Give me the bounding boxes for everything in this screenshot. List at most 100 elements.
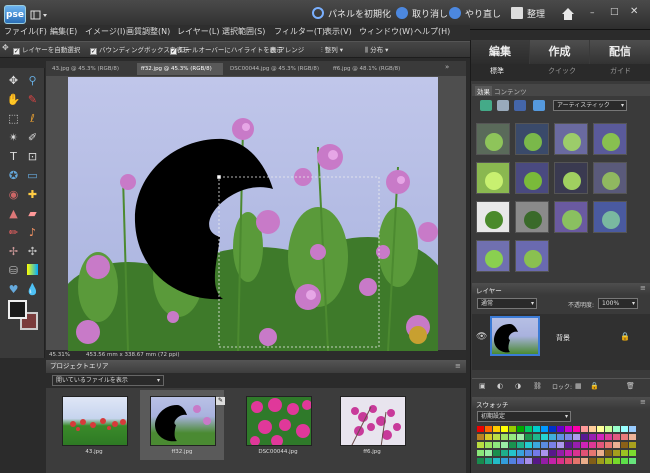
color-swatch[interactable] (613, 458, 620, 464)
photo-effects-icon[interactable] (514, 100, 526, 111)
color-swatch[interactable] (549, 450, 556, 456)
marquee-tool[interactable]: ⬚ (5, 110, 22, 127)
color-swatch[interactable] (581, 450, 588, 456)
color-swatch[interactable] (501, 442, 508, 448)
effect-thumb[interactable] (593, 201, 627, 233)
color-swatch[interactable] (509, 450, 516, 456)
color-swatch[interactable] (477, 450, 484, 456)
tab-create[interactable]: 作成 (530, 40, 589, 64)
color-swatch[interactable] (573, 434, 580, 440)
color-swatch[interactable] (485, 442, 492, 448)
effect-thumb[interactable] (476, 201, 510, 233)
color-swatch[interactable] (565, 450, 572, 456)
link-layers-icon[interactable]: ⛓ (533, 382, 542, 390)
color-swatch[interactable] (533, 434, 540, 440)
color-swatch[interactable] (557, 450, 564, 456)
image-canvas[interactable] (68, 77, 438, 351)
color-swatch[interactable] (629, 442, 636, 448)
color-swatch[interactable] (549, 426, 556, 432)
color-swatch[interactable] (485, 458, 492, 464)
color-swatch[interactable] (509, 458, 516, 464)
color-swatch[interactable] (573, 442, 580, 448)
project-bin-menu-icon[interactable]: ≡ (455, 362, 461, 370)
menu-window[interactable]: ウィンドウ(W) (359, 26, 413, 37)
organize-button[interactable]: 整理 (511, 7, 545, 23)
color-swatch[interactable] (517, 458, 524, 464)
color-swatch[interactable] (605, 442, 612, 448)
red-eye-tool[interactable]: ◉ (5, 186, 22, 203)
color-swatch[interactable] (565, 458, 572, 464)
color-swatch[interactable] (541, 426, 548, 432)
color-swatch[interactable] (573, 450, 580, 456)
color-swatch[interactable] (517, 442, 524, 448)
color-swatch[interactable] (509, 442, 516, 448)
menu-edit[interactable]: 編集(E) (50, 26, 77, 37)
color-swatch[interactable] (613, 426, 620, 432)
filters-icon[interactable] (480, 100, 492, 111)
foreground-color[interactable] (8, 300, 27, 319)
color-swatch[interactable] (525, 434, 532, 440)
bin-thumb-ff32[interactable]: ff32.jpg (140, 390, 224, 460)
color-swatch[interactable] (541, 458, 548, 464)
color-swatch[interactable] (477, 458, 484, 464)
color-swatch[interactable] (533, 442, 540, 448)
color-swatch[interactable] (541, 434, 548, 440)
color-swatch[interactable] (589, 442, 596, 448)
color-swatch[interactable] (493, 450, 500, 456)
color-swatch[interactable] (501, 458, 508, 464)
smart-brush-tool[interactable]: ✢ (5, 243, 22, 260)
color-swatch[interactable] (597, 450, 604, 456)
menu-filter[interactable]: フィルター(T) (274, 26, 325, 37)
bin-thumb-ff6[interactable]: ff6.jpg (330, 390, 414, 460)
color-swatch[interactable] (549, 458, 556, 464)
color-swatch[interactable] (605, 450, 612, 456)
lock-all-icon[interactable]: 🔒 (590, 382, 599, 390)
color-swatch[interactable] (485, 450, 492, 456)
color-swatch[interactable] (541, 442, 548, 448)
color-swatch[interactable] (565, 426, 572, 432)
color-swatch[interactable] (565, 434, 572, 440)
color-swatch[interactable] (525, 450, 532, 456)
menu-view[interactable]: 表示(V) (324, 26, 352, 37)
tab-doc-ff6[interactable]: ff6.jpg @ 48.1% (RGB/8) (329, 63, 415, 75)
straighten-tool[interactable]: ▭ (24, 167, 41, 184)
home-icon[interactable] (560, 6, 576, 22)
color-swatch[interactable] (581, 426, 588, 432)
tab-share[interactable]: 配信 (590, 40, 650, 64)
color-swatch[interactable] (565, 442, 572, 448)
project-bin-filter-select[interactable]: 開いているファイルを表示 ▾ (52, 375, 164, 386)
trash-icon[interactable]: 🗑 (626, 382, 635, 390)
tabs-overflow-icon[interactable]: » (445, 63, 449, 71)
distribute-dropdown[interactable]: ⫼ 分布 ▾ (365, 44, 388, 55)
effect-thumb[interactable] (515, 123, 549, 155)
hand-tool[interactable]: ✋ (5, 91, 22, 108)
zoom-level[interactable]: 45.31% (49, 351, 70, 360)
color-swatch[interactable] (581, 442, 588, 448)
cookie-cutter-tool[interactable]: ✪ (5, 167, 22, 184)
menu-image[interactable]: イメージ(I) (85, 26, 125, 37)
tab-doc-43[interactable]: 43.jpg @ 45.3% (RGB/8) (48, 63, 134, 75)
impressionist-brush-tool[interactable]: ✣ (24, 243, 41, 260)
color-swatch[interactable] (629, 426, 636, 432)
align-dropdown[interactable]: ⫶ 整列 ▾ (321, 44, 343, 55)
show-all-icon[interactable] (533, 100, 545, 111)
move-tool[interactable]: ✥ (5, 72, 22, 89)
custom-shape-tool[interactable]: ♥ (5, 281, 22, 298)
maximize-button[interactable]: □ (610, 7, 619, 17)
color-swatch[interactable] (589, 434, 596, 440)
color-swatch[interactable] (509, 426, 516, 432)
lasso-tool[interactable]: ℓ (24, 110, 41, 127)
color-swatch[interactable] (621, 458, 628, 464)
color-swatch[interactable] (485, 426, 492, 432)
menu-help[interactable]: ヘルプ(H) (414, 26, 450, 37)
color-swatch[interactable] (621, 426, 628, 432)
color-swatch[interactable] (629, 434, 636, 440)
color-swatch[interactable] (621, 442, 628, 448)
color-swatch[interactable] (533, 450, 540, 456)
color-swatch[interactable] (477, 426, 484, 432)
selection-brush-tool[interactable]: ✐ (24, 129, 41, 146)
minimize-button[interactable]: – (590, 8, 595, 18)
color-swatch[interactable] (525, 442, 532, 448)
color-swatch[interactable] (493, 426, 500, 432)
effect-thumb[interactable] (476, 162, 510, 194)
